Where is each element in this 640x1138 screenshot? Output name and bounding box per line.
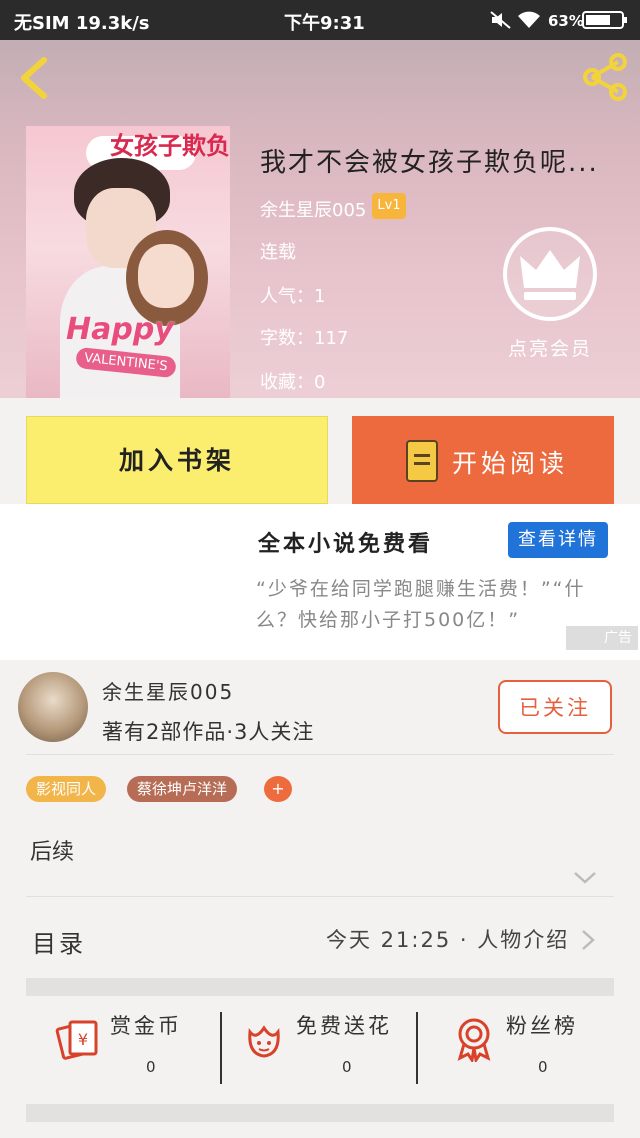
red-envelope-icon: ¥ bbox=[55, 1020, 98, 1060]
back-icon[interactable] bbox=[16, 56, 52, 100]
battery-percent: 63% bbox=[548, 12, 584, 30]
medal-icon bbox=[457, 1018, 491, 1062]
serial-status: 连载 bbox=[260, 242, 296, 263]
battery-icon bbox=[582, 11, 627, 29]
svg-text:¥: ¥ bbox=[78, 1030, 88, 1049]
divider bbox=[26, 754, 614, 755]
vip-label[interactable]: 点亮会员 bbox=[508, 334, 592, 361]
reward-coins-count: 0 bbox=[146, 1058, 156, 1076]
start-reading-label: 开始阅读 bbox=[452, 449, 569, 478]
ad-detail-button[interactable]: 查看详情 bbox=[508, 522, 608, 558]
follow-button[interactable]: 已关注 bbox=[498, 680, 612, 734]
send-flowers-label: 免费送花 bbox=[296, 1014, 392, 1038]
sequel-text: 后续 bbox=[30, 840, 75, 865]
tag-pairing[interactable]: 蔡徐坤卢洋洋 bbox=[127, 776, 238, 802]
latest-chapter[interactable]: 今天 21:25 · 人物介绍 bbox=[326, 924, 569, 954]
book-icon bbox=[406, 440, 438, 482]
wifi-icon bbox=[518, 11, 540, 28]
ad-tag: 广告 bbox=[566, 626, 638, 650]
add-tag-button[interactable]: + bbox=[264, 776, 292, 802]
author-name[interactable]: 余生星辰005 bbox=[260, 196, 366, 222]
reward-coins-button[interactable]: ¥ 赏金币 0 bbox=[54, 1010, 204, 1076]
cover-figure bbox=[138, 244, 194, 308]
popularity: 人气：1 bbox=[260, 286, 326, 307]
section-divider bbox=[26, 978, 614, 996]
cover-happy-text: Happy bbox=[66, 312, 174, 347]
avatar[interactable] bbox=[18, 672, 88, 742]
word-count: 字数：117 bbox=[260, 328, 349, 349]
status-bar: 无SIM 19.3k/s 下午9:31 63% bbox=[0, 0, 640, 40]
chevron-right-icon[interactable] bbox=[578, 928, 598, 952]
author-works-summary: 著有2部作品·3人关注 bbox=[102, 720, 315, 744]
flower-icon bbox=[248, 1025, 280, 1058]
add-to-shelf-button[interactable]: 加入书架 bbox=[26, 416, 328, 504]
divider bbox=[26, 896, 614, 897]
clock: 下午9:31 bbox=[284, 13, 365, 34]
send-flowers-button[interactable]: 免费送花 0 bbox=[240, 1010, 410, 1076]
card-author-name[interactable]: 余生星辰005 bbox=[102, 676, 234, 705]
reward-coins-label: 赏金币 bbox=[110, 1014, 182, 1038]
chevron-down-icon[interactable] bbox=[572, 868, 598, 888]
start-reading-button[interactable]: 开始阅读 bbox=[352, 416, 614, 504]
ad-title[interactable]: 全本小说免费看 bbox=[258, 526, 433, 558]
mute-icon bbox=[490, 11, 511, 29]
ad-description[interactable]: “少爷在给同学跑腿赚生活费！”“什么？快给那小子打500亿！” bbox=[256, 574, 616, 636]
favorites-count: 收藏：0 bbox=[260, 372, 326, 393]
cover-title: 女孩子欺负 bbox=[110, 132, 230, 160]
toc-label[interactable]: 目录 bbox=[32, 924, 86, 959]
fan-ranking-button[interactable]: 粉丝榜 0 bbox=[450, 1010, 600, 1076]
divider bbox=[220, 1012, 222, 1084]
share-icon[interactable] bbox=[580, 52, 630, 102]
tag-film-fanfic[interactable]: 影视同人 bbox=[26, 776, 107, 802]
fan-ranking-count: 0 bbox=[538, 1058, 548, 1076]
divider bbox=[416, 1012, 418, 1084]
carrier-speed: 无SIM 19.3k/s bbox=[14, 13, 150, 34]
book-title: 我才不会被女孩子欺负呢... bbox=[260, 148, 599, 178]
section-divider bbox=[26, 1104, 614, 1122]
fan-ranking-label: 粉丝榜 bbox=[506, 1014, 578, 1038]
level-badge: Lv1 bbox=[372, 193, 406, 219]
crown-icon[interactable] bbox=[502, 226, 598, 322]
book-cover[interactable]: 女孩子欺负 Happy VALENTINE'S bbox=[26, 126, 230, 398]
send-flowers-count: 0 bbox=[342, 1058, 352, 1076]
